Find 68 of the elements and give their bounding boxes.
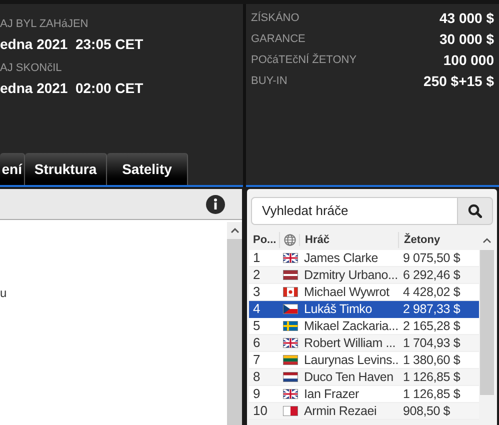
info-text: u [0, 285, 7, 302]
tab[interactable]: ení [0, 153, 25, 185]
player-name: Michael Wywrot [303, 284, 390, 301]
stat-label: BUY-IN [251, 74, 288, 90]
stat-label: ZÍSKÁNO [251, 10, 300, 26]
stat-value: 43 000 $ [440, 9, 494, 28]
chips-cell-text: 2 165,28 $ [402, 318, 462, 335]
chips-cell-text: 1 126,85 $ [402, 386, 462, 403]
scroll-up-icon[interactable] [483, 238, 491, 242]
chips-cell-text: 2 987,33 $ [402, 300, 462, 318]
player-row[interactable]: 10 Armin Rezaei 908,50 $ [249, 403, 479, 420]
stat-value: 250 $+15 $ [424, 72, 494, 91]
player-name: Lukáš Timko [303, 300, 373, 318]
position-cell-text: 6 [252, 334, 262, 352]
column-header[interactable]: Po... [249, 232, 280, 248]
position-cell-text: 8 [252, 368, 262, 386]
player-name: Laurynas Levins.. [303, 352, 399, 369]
column-header[interactable]: Žetony [399, 232, 479, 248]
player-row[interactable]: 3 Michael Wywrot 4 428,02 $ [249, 284, 479, 301]
search-icon [468, 204, 482, 218]
player-name: James Clarke [303, 250, 380, 267]
chips-cell-text: 4 428,02 $ [402, 284, 462, 301]
position-cell-text: 9 [252, 385, 262, 404]
chips-cell-text: 1 380,60 $ [402, 352, 462, 369]
chips-cell-text: 908,50 $ [402, 402, 452, 420]
position-cell-text: 5 [252, 317, 262, 336]
chips-cell-text: 9 075,50 $ [402, 250, 462, 267]
tab[interactable]: Struktura [25, 153, 107, 185]
player-name: Robert William ... [303, 334, 397, 352]
search-field[interactable]: Vyhledat hráče [251, 197, 458, 225]
chips-cell-text: 1 704,93 $ [402, 334, 462, 352]
stat-value: 100 000 [443, 51, 494, 70]
position-cell-text: 2 [252, 266, 262, 284]
position-cell-text: 1 [252, 249, 262, 268]
field-value: edna 2021 02:00 CET [0, 79, 144, 98]
tab[interactable]: Satelity [107, 153, 188, 185]
player-row[interactable]: 5 Mikael Zackaria... 2 165,28 $ [249, 318, 479, 335]
player-row[interactable]: 7 Laurynas Levins.. 1 380,60 $ [249, 352, 479, 369]
player-name: Mikael Zackaria... [303, 318, 399, 335]
scrollbar[interactable] [227, 222, 242, 425]
scroll-up-icon[interactable] [230, 228, 238, 233]
scrollbar-thumb[interactable] [480, 250, 494, 395]
field-label: AJ SKONčIL [0, 61, 63, 76]
position-cell-text: 7 [252, 351, 262, 370]
search-button[interactable] [458, 197, 493, 225]
column-header[interactable]: Hráč [300, 232, 399, 248]
player-name: Dzmitry Urbano... [303, 266, 399, 284]
field-label: AJ BYL ZAHáJEN [0, 17, 90, 32]
info-icon[interactable] [206, 195, 225, 214]
player-row[interactable]: 2 Dzmitry Urbano... 6 292,46 $ [249, 267, 479, 284]
field-value: edna 2021 23:05 CET [0, 35, 144, 54]
stat-value: 30 000 $ [440, 30, 494, 49]
player-row[interactable]: 9 Ian Frazer 1 126,85 $ [249, 386, 479, 403]
player-row[interactable]: 6 Robert William ... 1 704,93 $ [249, 335, 479, 352]
position-cell-text: 10 [252, 402, 268, 420]
player-row[interactable]: 1 James Clarke 9 075,50 $ [249, 250, 479, 267]
player-name: Armin Rezaei [303, 402, 378, 420]
player-row[interactable]: 8 Duco Ten Haven 1 126,85 $ [249, 369, 479, 386]
player-name: Duco Ten Haven [303, 368, 394, 386]
player-name: Ian Frazer [303, 386, 360, 403]
position-cell-text: 3 [252, 283, 262, 302]
globe-icon [284, 234, 296, 246]
chips-cell-text: 6 292,46 $ [402, 266, 462, 284]
player-row[interactable]: 4 Lukáš Timko 2 987,33 $ [249, 301, 479, 318]
stat-label: POčáTEčNÍ ŽETONY [251, 52, 357, 68]
chips-cell-text: 1 126,85 $ [402, 368, 462, 386]
position-cell-text: 4 [252, 300, 262, 318]
stat-label: GARANCE [251, 32, 306, 48]
